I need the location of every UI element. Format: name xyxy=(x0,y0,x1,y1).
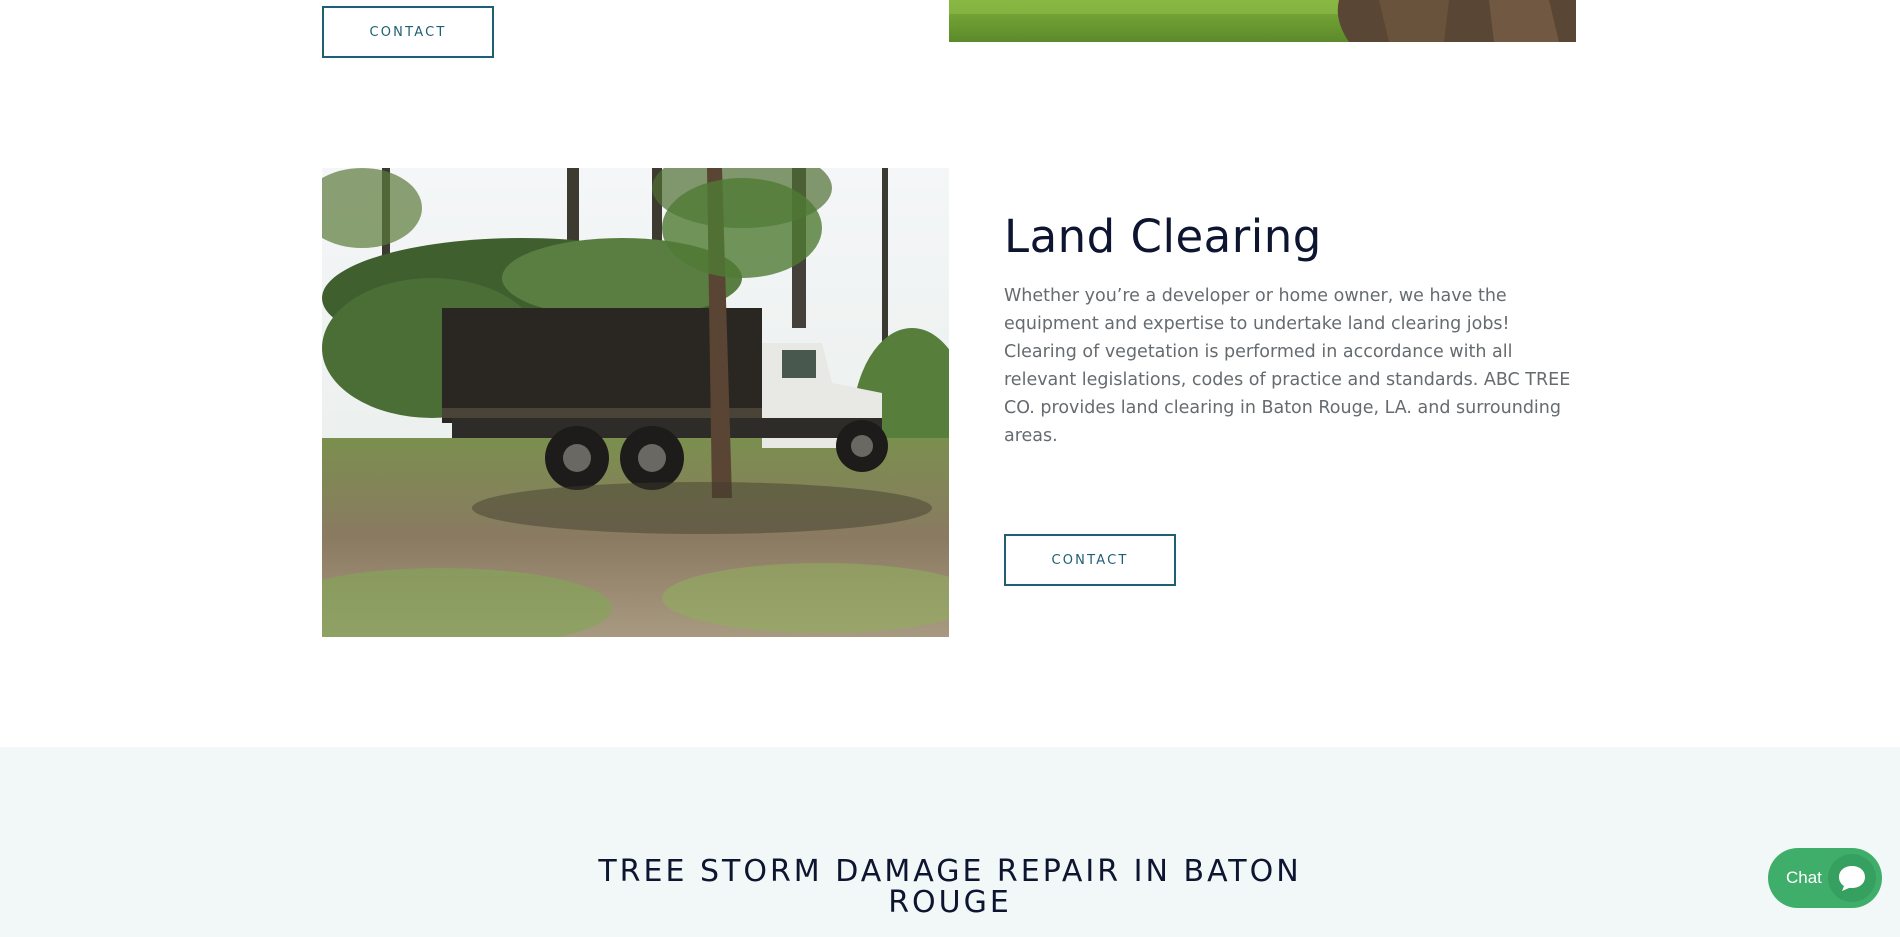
chat-label: Chat xyxy=(1786,868,1822,887)
chat-widget-button[interactable]: Chat xyxy=(1768,848,1882,908)
tree-service-photo-top xyxy=(949,0,1576,42)
service-title: Land Clearing xyxy=(1004,210,1322,263)
contact-button-top[interactable]: CONTACT xyxy=(322,6,494,58)
chat-bubble-icon xyxy=(1828,854,1876,902)
contact-button[interactable]: CONTACT xyxy=(1004,534,1176,586)
section-title: TREE STORM DAMAGE REPAIR IN BATON ROUGE xyxy=(598,854,1302,920)
land-clearing-truck-photo xyxy=(322,168,949,637)
service-description: Whether you’re a developer or home owner… xyxy=(1004,286,1571,446)
